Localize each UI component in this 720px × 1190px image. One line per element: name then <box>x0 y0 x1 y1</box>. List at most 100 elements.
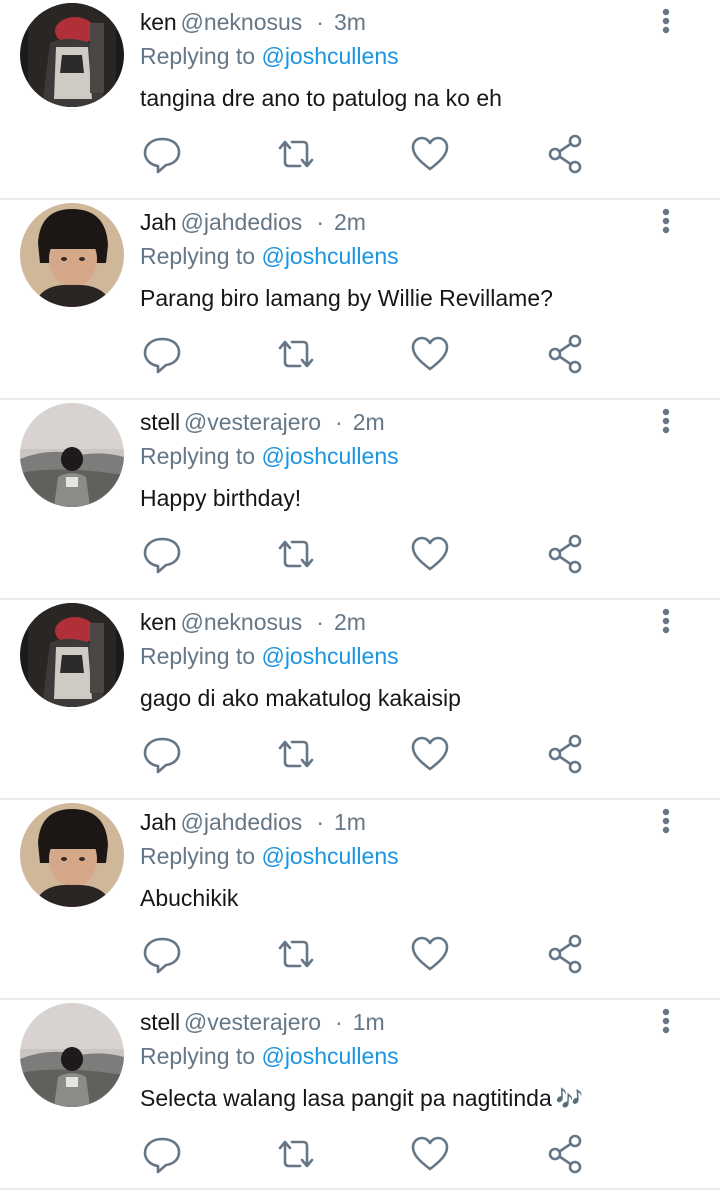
retweet-button[interactable] <box>274 332 318 376</box>
avatar[interactable] <box>20 803 124 907</box>
share-icon <box>548 934 582 974</box>
tweet-text-content: Happy birthday! <box>140 485 302 511</box>
avatar[interactable] <box>20 3 124 107</box>
reply-tweet[interactable]: stell @vesterajero · 2m Replying to @joshcu… <box>0 400 720 600</box>
more-options-button[interactable] <box>652 406 680 440</box>
more-vertical-icon <box>662 608 670 634</box>
reply-icon <box>143 737 181 774</box>
user-handle[interactable]: @jahdedios <box>180 809 302 835</box>
mention-link[interactable]: @joshcullens <box>261 1043 398 1069</box>
retweet-icon <box>278 940 314 968</box>
share-button[interactable] <box>544 332 588 376</box>
more-options-button[interactable] <box>652 1006 680 1040</box>
replying-to-label: Replying to <box>140 843 256 869</box>
mention-link[interactable]: @joshcullens <box>261 843 398 869</box>
timestamp[interactable]: 1m <box>334 809 366 835</box>
mention-link[interactable]: @joshcullens <box>261 43 398 69</box>
mention-link[interactable]: @joshcullens <box>261 443 398 469</box>
user-handle[interactable]: @neknosus <box>180 9 302 35</box>
avatar-image <box>20 603 124 707</box>
mention-link[interactable]: @joshcullens <box>261 243 398 269</box>
user-handle[interactable]: @neknosus <box>180 609 302 635</box>
share-button[interactable] <box>544 132 588 176</box>
reply-tweet[interactable]: stell @vesterajero · 1m Replying to @joshcu… <box>0 1000 720 1190</box>
avatar[interactable] <box>20 603 124 707</box>
more-vertical-icon <box>662 808 670 834</box>
timestamp[interactable]: 2m <box>353 409 385 435</box>
timestamp[interactable]: 2m <box>334 609 366 635</box>
tweet-header: ken @neknosus · 3m <box>140 5 366 39</box>
tweet-header: Jah @jahdedios · 1m <box>140 805 366 839</box>
action-bar <box>140 1132 600 1176</box>
avatar[interactable] <box>20 403 124 507</box>
share-button[interactable] <box>544 532 588 576</box>
tweet-text: Happy birthday! <box>140 481 301 515</box>
retweet-icon <box>278 340 314 368</box>
share-button[interactable] <box>544 932 588 976</box>
avatar-image <box>20 203 124 307</box>
share-icon <box>548 134 582 174</box>
tweet-text: gago di ako makatulog kakaisip <box>140 681 461 715</box>
mention-link[interactable]: @joshcullens <box>261 643 398 669</box>
separator-dot: · <box>316 609 324 635</box>
display-name[interactable]: Jah <box>140 809 177 835</box>
reply-button[interactable] <box>140 532 184 576</box>
replying-to-label: Replying to <box>140 443 256 469</box>
like-button[interactable] <box>408 732 452 776</box>
user-handle[interactable]: @vesterajero <box>184 409 321 435</box>
retweet-icon <box>278 540 314 568</box>
tweet-header: ken @neknosus · 2m <box>140 605 366 639</box>
display-name[interactable]: stell <box>140 409 180 435</box>
share-icon <box>548 534 582 574</box>
reply-tweet[interactable]: ken @neknosus · 2m Replying to @joshcullens… <box>0 600 720 800</box>
retweet-button[interactable] <box>274 732 318 776</box>
reply-icon <box>143 937 181 974</box>
retweet-button[interactable] <box>274 932 318 976</box>
reply-tweet[interactable]: Jah @jahdedios · 1m Replying to @joshcullen… <box>0 800 720 1000</box>
user-handle[interactable]: @jahdedios <box>180 209 302 235</box>
retweet-button[interactable] <box>274 132 318 176</box>
share-icon <box>548 1134 582 1174</box>
action-bar <box>140 732 600 776</box>
heart-icon <box>411 136 449 171</box>
tweet-text: Parang biro lamang by Willie Revillame? <box>140 281 553 315</box>
display-name[interactable]: stell <box>140 1009 180 1035</box>
reply-button[interactable] <box>140 732 184 776</box>
replying-to-label: Replying to <box>140 643 256 669</box>
reply-icon <box>143 537 181 574</box>
display-name[interactable]: ken <box>140 609 177 635</box>
retweet-button[interactable] <box>274 1132 318 1176</box>
like-button[interactable] <box>408 332 452 376</box>
reply-button[interactable] <box>140 932 184 976</box>
more-options-button[interactable] <box>652 806 680 840</box>
reply-button[interactable] <box>140 132 184 176</box>
more-options-button[interactable] <box>652 206 680 240</box>
more-options-button[interactable] <box>652 6 680 40</box>
reply-button[interactable] <box>140 1132 184 1176</box>
timestamp[interactable]: 1m <box>353 1009 385 1035</box>
timestamp[interactable]: 2m <box>334 209 366 235</box>
heart-icon <box>411 936 449 971</box>
avatar[interactable] <box>20 203 124 307</box>
like-button[interactable] <box>408 532 452 576</box>
like-button[interactable] <box>408 1132 452 1176</box>
display-name[interactable]: ken <box>140 9 177 35</box>
more-options-button[interactable] <box>652 606 680 640</box>
reply-icon <box>143 337 181 374</box>
user-handle[interactable]: @vesterajero <box>184 1009 321 1035</box>
like-button[interactable] <box>408 132 452 176</box>
reply-tweet[interactable]: ken @neknosus · 3m Replying to @joshcullens… <box>0 0 720 200</box>
action-bar <box>140 932 600 976</box>
avatar-image <box>20 3 124 107</box>
like-button[interactable] <box>408 932 452 976</box>
display-name[interactable]: Jah <box>140 209 177 235</box>
tweet-text: Abuchikik <box>140 881 238 915</box>
timestamp[interactable]: 3m <box>334 9 366 35</box>
share-button[interactable] <box>544 732 588 776</box>
reply-button[interactable] <box>140 332 184 376</box>
share-button[interactable] <box>544 1132 588 1176</box>
avatar[interactable] <box>20 1003 124 1107</box>
replying-to-label: Replying to <box>140 243 256 269</box>
retweet-button[interactable] <box>274 532 318 576</box>
reply-tweet[interactable]: Jah @jahdedios · 2m Replying to @joshcullen… <box>0 200 720 400</box>
